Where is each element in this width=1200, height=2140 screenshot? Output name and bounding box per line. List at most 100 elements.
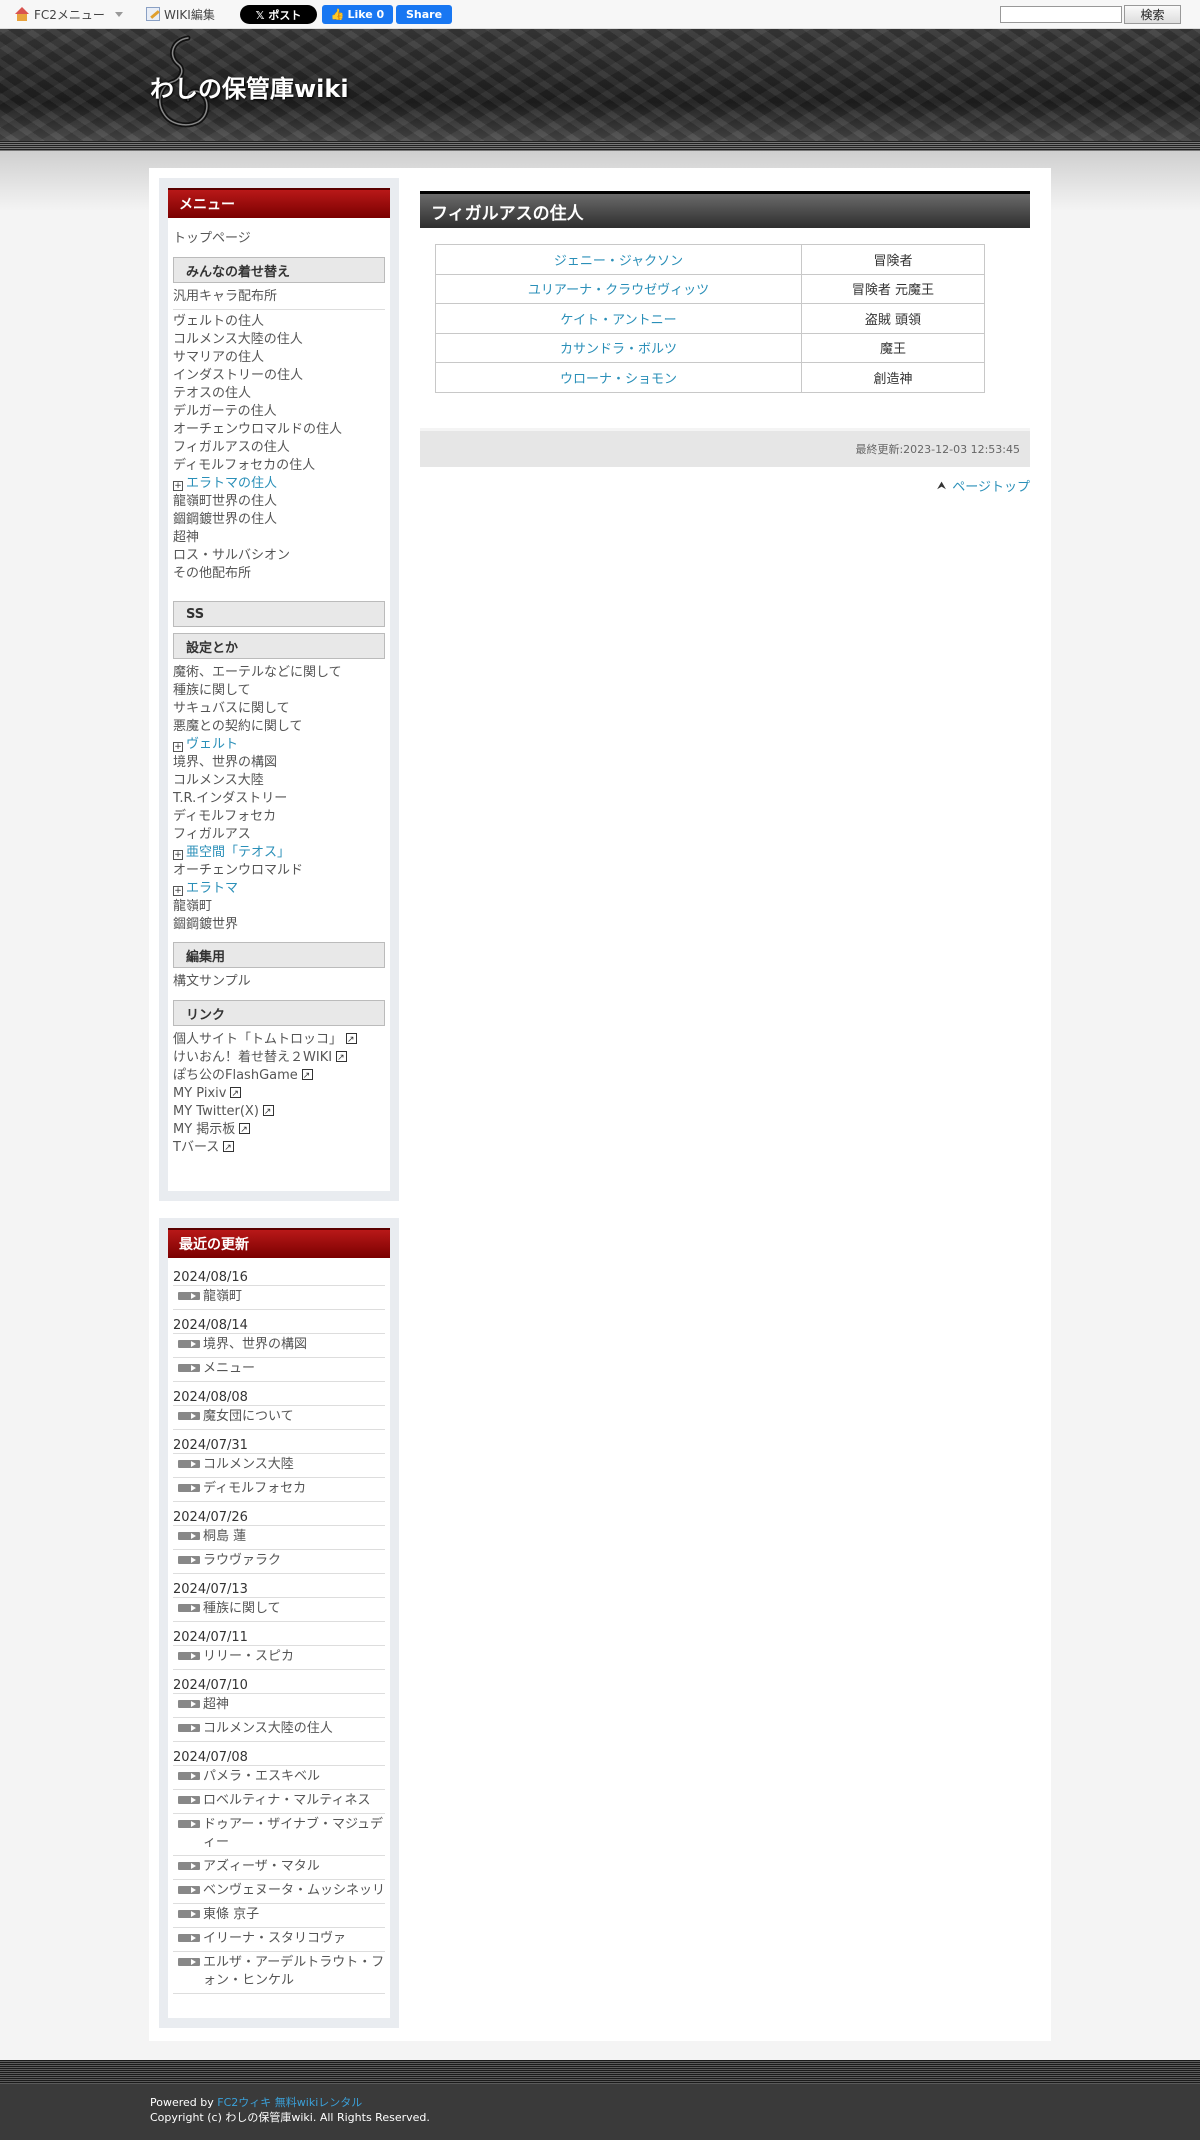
expand-plus-icon[interactable]: + <box>173 481 183 491</box>
expand-plus-icon[interactable]: + <box>173 850 183 860</box>
update-item[interactable]: ラウヴァラク <box>173 1550 385 1574</box>
update-item[interactable]: 境界、世界の構図 <box>173 1334 385 1358</box>
update-item[interactable]: ドゥアー・ザイナブ・マジュディー <box>173 1814 385 1856</box>
menu-item[interactable]: 悪魔との契約に関して <box>173 718 385 736</box>
fc2-menu[interactable]: FC2メニュー <box>14 6 123 22</box>
menu-item[interactable]: 魔術、エーテルなどに関して <box>173 664 385 682</box>
menu-item[interactable]: 錮鋼鍍世界の住人 <box>173 511 385 529</box>
facebook-like-button[interactable]: 👍 Like 0 <box>322 5 393 24</box>
update-item[interactable]: 超神 <box>173 1694 385 1718</box>
update-item[interactable]: ベンヴェヌータ・ムッシネッリ <box>173 1880 385 1904</box>
play-tag-icon <box>178 1484 200 1492</box>
resident-name-link[interactable]: ケイト・アントニー <box>435 303 802 334</box>
menu-section-ss[interactable]: SS <box>173 601 385 627</box>
menu-item-generic-chars[interactable]: 汎用キャラ配布所 <box>173 288 385 306</box>
update-item-label: リリー・スピカ <box>203 1649 295 1664</box>
external-link[interactable]: けいおん！着せ替え２WIKI <box>173 1049 385 1067</box>
table-row: ジェニー・ジャクソン 冒険者 <box>435 244 985 275</box>
menu-item[interactable]: テオスの住人 <box>173 385 385 403</box>
menu-item-top-page[interactable]: トップページ <box>173 230 385 248</box>
site-title[interactable]: わしの保管庫wiki <box>150 69 349 104</box>
recent-heading: 最近の更新 <box>168 1228 390 1258</box>
update-item-label: 境界、世界の構図 <box>203 1337 308 1352</box>
external-link-label: Tバース <box>173 1140 220 1155</box>
update-item[interactable]: リリー・スピカ <box>173 1646 385 1670</box>
menu-item[interactable]: T.R.インダストリー <box>173 790 385 808</box>
play-tag-icon <box>178 1724 200 1732</box>
update-item[interactable]: コルメンス大陸の住人 <box>173 1718 385 1742</box>
expand-plus-icon[interactable]: + <box>173 742 183 752</box>
menu-item[interactable]: + エラトマの住人 <box>173 475 385 493</box>
play-tag-icon <box>178 1412 200 1420</box>
menu-item[interactable]: ディモルフォセカの住人 <box>173 457 385 475</box>
update-item[interactable]: 龍嶺町 <box>173 1286 385 1310</box>
search-input[interactable] <box>1000 6 1122 23</box>
copyright: Copyright (c) わしの保管庫wiki. All Rights Res… <box>150 2111 430 2124</box>
menu-item[interactable]: コルメンス大陸の住人 <box>173 331 385 349</box>
expand-plus-icon[interactable]: + <box>173 886 183 896</box>
menu-item-syntax-sample[interactable]: 構文サンプル <box>173 973 385 991</box>
menu-item[interactable]: その他配布所 <box>173 565 385 583</box>
site-footer: Powered by FC2ウィキ 無料wikiレンタル Copyright (… <box>0 2060 1200 2140</box>
menu-item[interactable]: + ヴェルト <box>173 736 385 754</box>
menu-item[interactable]: + エラトマ <box>173 880 385 898</box>
resident-name-link[interactable]: カサンドラ・ボルツ <box>435 332 802 363</box>
search-button[interactable]: 検索 <box>1124 5 1181 24</box>
external-link[interactable]: MY Pixiv <box>173 1085 385 1103</box>
menu-item[interactable]: + 亜空間「テオス」 <box>173 844 385 862</box>
menu-item[interactable]: 超神 <box>173 529 385 547</box>
menu-item[interactable]: オーチェンウロマルド <box>173 862 385 880</box>
update-item[interactable]: 東條 京子 <box>173 1904 385 1928</box>
menu-item[interactable]: ヴェルトの住人 <box>173 313 385 331</box>
update-item[interactable]: メニュー <box>173 1358 385 1382</box>
external-link[interactable]: 個人サイト「トムトロッコ」 <box>173 1031 385 1049</box>
external-link[interactable]: MY Twitter(X) <box>173 1103 385 1121</box>
update-item-label: 超神 <box>203 1697 230 1712</box>
menu-item-label: その他配布所 <box>173 566 252 581</box>
update-item[interactable]: 桐島 蓮 <box>173 1526 385 1550</box>
external-link-label: MY Pixiv <box>173 1086 227 1101</box>
resident-name-link[interactable]: ユリアーナ・クラウゼヴィッツ <box>435 273 802 304</box>
external-link[interactable]: ぽち公のFlashGame <box>173 1067 385 1085</box>
menu-item[interactable]: フィガルアスの住人 <box>173 439 385 457</box>
external-link[interactable]: MY 掲示板 <box>173 1121 385 1139</box>
fc2-wiki-link[interactable]: FC2ウィキ 無料wikiレンタル <box>217 2096 362 2109</box>
menu-item[interactable]: ロス・サルバシオン <box>173 547 385 565</box>
menu-item-label: ディモルフォセカの住人 <box>173 458 316 473</box>
menu-section-settings: 設定とか <box>173 633 385 659</box>
wiki-edit-link[interactable]: WIKI編集 <box>146 6 215 22</box>
update-item[interactable]: ディモルフォセカ <box>173 1478 385 1502</box>
menu-item[interactable]: 錮鋼鍍世界 <box>173 916 385 934</box>
update-item[interactable]: 魔女団について <box>173 1406 385 1430</box>
external-link-label: 個人サイト「トムトロッコ」 <box>173 1032 343 1047</box>
menu-item[interactable]: 龍嶺町世界の住人 <box>173 493 385 511</box>
menu-item[interactable]: デルガーテの住人 <box>173 403 385 421</box>
update-item[interactable]: ロベルティナ・マルティネス <box>173 1790 385 1814</box>
menu-item[interactable]: インダストリーの住人 <box>173 367 385 385</box>
update-item[interactable]: エルザ・アーデルトラウト・フォン・ヒンケル <box>173 1952 385 1994</box>
menu-item[interactable]: 龍嶺町 <box>173 898 385 916</box>
menu-item-label: フィガルアスの住人 <box>173 440 290 455</box>
external-link-label: MY Twitter(X) <box>173 1104 259 1119</box>
update-item[interactable]: アズィーザ・マタル <box>173 1856 385 1880</box>
update-item[interactable]: 種族に関して <box>173 1598 385 1622</box>
menu-item[interactable]: ディモルフォセカ <box>173 808 385 826</box>
page-top-link[interactable]: ⮝ ページトップ <box>937 476 1030 496</box>
resident-name-link[interactable]: ウローナ・ショモン <box>435 362 802 393</box>
resident-name-link[interactable]: ジェニー・ジャクソン <box>435 244 802 275</box>
update-item[interactable]: パメラ・エスキベル <box>173 1766 385 1790</box>
facebook-share-button[interactable]: Share <box>396 5 452 24</box>
menu-item[interactable]: 種族に関して <box>173 682 385 700</box>
menu-item[interactable]: オーチェンウロマルドの住人 <box>173 421 385 439</box>
menu-item-label: テオスの住人 <box>173 386 252 401</box>
update-item[interactable]: イリーナ・スタリコヴァ <box>173 1928 385 1952</box>
menu-item[interactable]: サキュバスに関して <box>173 700 385 718</box>
update-item[interactable]: コルメンス大陸 <box>173 1454 385 1478</box>
update-item-label: 種族に関して <box>203 1601 281 1616</box>
menu-item[interactable]: 境界、世界の構図 <box>173 754 385 772</box>
menu-item[interactable]: フィガルアス <box>173 826 385 844</box>
external-link[interactable]: Tバース <box>173 1139 385 1157</box>
menu-item[interactable]: サマリアの住人 <box>173 349 385 367</box>
x-post-button[interactable]: 𝕏 ポスト <box>240 5 317 24</box>
menu-item[interactable]: コルメンス大陸 <box>173 772 385 790</box>
